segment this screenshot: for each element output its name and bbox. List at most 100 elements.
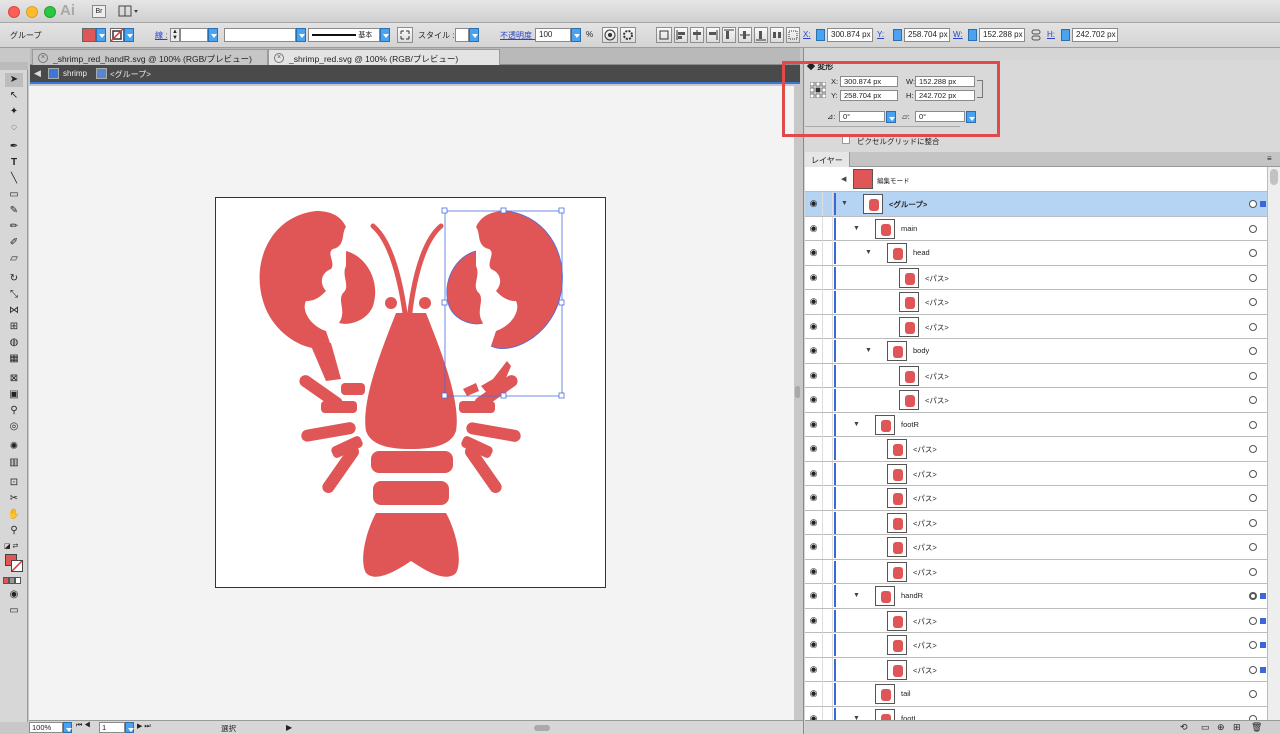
layer-row[interactable]: ◉ <パス> — [805, 265, 1267, 290]
close-tab-icon[interactable]: × — [38, 53, 48, 63]
status-menu-arrow[interactable]: ▶ — [286, 723, 292, 732]
target-circle-icon[interactable] — [1249, 273, 1257, 282]
stroke-dropdown[interactable] — [124, 28, 134, 42]
visibility-eye-icon[interactable]: ◉ — [808, 639, 819, 650]
visibility-eye-icon[interactable]: ◉ — [808, 590, 819, 601]
visibility-eye-icon[interactable]: ◉ — [808, 468, 819, 479]
free-transform-tool[interactable]: ⊞ — [5, 320, 23, 334]
selection-indicator[interactable] — [1260, 593, 1266, 599]
visibility-eye-icon[interactable]: ◉ — [808, 296, 819, 307]
target-circle-icon[interactable] — [1249, 322, 1257, 331]
visibility-eye-icon[interactable]: ◉ — [808, 419, 819, 430]
zoom-dropdown[interactable] — [63, 722, 72, 733]
new-layer-icon[interactable]: ⊞ — [1233, 722, 1241, 733]
rectangle-tool[interactable]: ▭ — [5, 188, 23, 202]
back-arrow-icon[interactable]: ◀ — [34, 68, 41, 79]
align-options-button[interactable] — [656, 27, 672, 43]
graphic-style-dropdown[interactable] — [469, 28, 479, 42]
y-field[interactable]: 258.704 px — [904, 28, 950, 42]
lock-toggle[interactable] — [822, 412, 833, 437]
target-circle-icon[interactable] — [1249, 592, 1257, 600]
layer-row[interactable]: ◉ <パス> — [805, 290, 1267, 315]
close-window-button[interactable] — [8, 6, 20, 18]
tab-shrimp-red-handr[interactable]: × _shrimp_red_handR.svg @ 100% (RGB/プレビュ… — [32, 49, 268, 65]
gradient-tool[interactable]: ▣ — [5, 388, 23, 402]
w-field[interactable]: 152.288 px — [979, 28, 1025, 42]
visibility-eye-icon[interactable]: ◉ — [808, 272, 819, 283]
lobster-artwork[interactable] — [216, 198, 607, 589]
lock-toggle[interactable] — [822, 682, 833, 706]
target-circle-icon[interactable] — [1249, 347, 1257, 355]
fill-swatch[interactable] — [82, 28, 96, 42]
y-stepper[interactable] — [893, 29, 902, 41]
layer-row[interactable]: ◉ <パス> — [805, 437, 1267, 462]
distribute-button[interactable] — [770, 27, 784, 43]
selection-indicator[interactable] — [1260, 642, 1266, 648]
lock-toggle[interactable] — [822, 608, 833, 633]
visibility-eye-icon[interactable]: ◉ — [808, 615, 819, 626]
make-clipping-mask-icon[interactable]: ▭ — [1201, 722, 1210, 733]
h-link[interactable]: H: — [1047, 30, 1055, 39]
artboard-dropdown[interactable] — [125, 722, 134, 733]
lock-toggle[interactable] — [822, 510, 833, 535]
target-circle-icon[interactable] — [1249, 641, 1257, 649]
slice-tool[interactable]: ✂ — [5, 492, 23, 506]
lock-toggle[interactable] — [822, 388, 833, 412]
visibility-eye-icon[interactable]: ◉ — [808, 223, 819, 234]
locate-object-icon[interactable]: ⟲ — [1180, 722, 1188, 733]
artboard[interactable] — [215, 197, 606, 588]
align-middle-button[interactable] — [738, 27, 752, 43]
visibility-eye-icon[interactable]: ◉ — [808, 345, 819, 356]
target-circle-icon[interactable] — [1249, 665, 1257, 674]
lock-toggle[interactable] — [822, 216, 833, 241]
visibility-eye-icon[interactable]: ◉ — [808, 394, 819, 405]
layer-row[interactable]: ◉ <パス> — [805, 608, 1267, 633]
lock-toggle[interactable] — [822, 706, 833, 720]
artboard-number-field[interactable]: 1 — [99, 722, 125, 733]
new-sublayer-icon[interactable]: ⊕ — [1217, 722, 1225, 733]
align-right-button[interactable] — [706, 27, 720, 43]
h-stepper[interactable] — [1061, 29, 1070, 41]
visibility-eye-icon[interactable]: ◉ — [808, 492, 819, 503]
brush-definition-field[interactable]: 基本 — [308, 28, 380, 42]
variable-width-dropdown[interactable] — [296, 28, 306, 42]
lock-toggle[interactable] — [822, 437, 833, 461]
visibility-eye-icon[interactable]: ◉ — [808, 247, 819, 258]
panel-splitter[interactable] — [795, 386, 800, 398]
expand-triangle-icon[interactable]: ▼ — [841, 200, 848, 207]
layer-row[interactable]: ◉ ▼ footL — [805, 706, 1267, 720]
visibility-eye-icon[interactable]: ◉ — [808, 198, 819, 209]
lock-toggle[interactable] — [822, 584, 833, 608]
align-bottom-button[interactable] — [754, 27, 768, 43]
layers-tab[interactable]: レイヤー — [805, 152, 850, 167]
layer-row[interactable]: ◉ ▼ body — [805, 339, 1267, 364]
layer-row[interactable]: ◉ <パス> — [805, 633, 1267, 658]
isolate-button[interactable] — [620, 27, 636, 43]
blend-tool[interactable]: ◎ — [5, 420, 23, 434]
width-tool[interactable]: ⋈ — [5, 304, 23, 318]
first-prev-artboard-buttons[interactable]: ⏮◀ — [76, 722, 93, 730]
expand-triangle-icon[interactable]: ▼ — [853, 592, 860, 599]
line-tool[interactable]: ╲ — [5, 172, 23, 186]
lock-toggle[interactable] — [822, 363, 833, 388]
pen-tool[interactable]: ✒ — [5, 140, 23, 154]
artboard-tool[interactable]: ⊡ — [5, 476, 23, 490]
scrollbar-thumb[interactable] — [1270, 169, 1278, 185]
pixel-grid-checkbox[interactable] — [842, 136, 850, 144]
target-circle-icon[interactable] — [1249, 690, 1257, 698]
layer-row[interactable]: ◉ ▼ <グループ> — [805, 192, 1267, 217]
selection-tool[interactable]: ➤ — [5, 73, 23, 87]
w-link[interactable]: W: — [953, 30, 963, 39]
style-options-button[interactable] — [397, 27, 413, 43]
layers-scrollbar[interactable] — [1267, 167, 1280, 720]
align-top-button[interactable] — [722, 27, 736, 43]
breadcrumb-group[interactable]: <グループ> — [110, 69, 151, 80]
visibility-eye-icon[interactable]: ◉ — [808, 664, 819, 675]
lock-toggle[interactable] — [822, 633, 833, 657]
visibility-eye-icon[interactable]: ◉ — [808, 321, 819, 332]
trash-icon[interactable]: 🗑 — [1251, 722, 1262, 733]
graphic-style-field[interactable] — [455, 28, 469, 42]
layer-row[interactable]: ◉ <パス> — [805, 461, 1267, 486]
recolor-button[interactable] — [602, 27, 618, 43]
stroke-swatch[interactable] — [110, 28, 124, 42]
